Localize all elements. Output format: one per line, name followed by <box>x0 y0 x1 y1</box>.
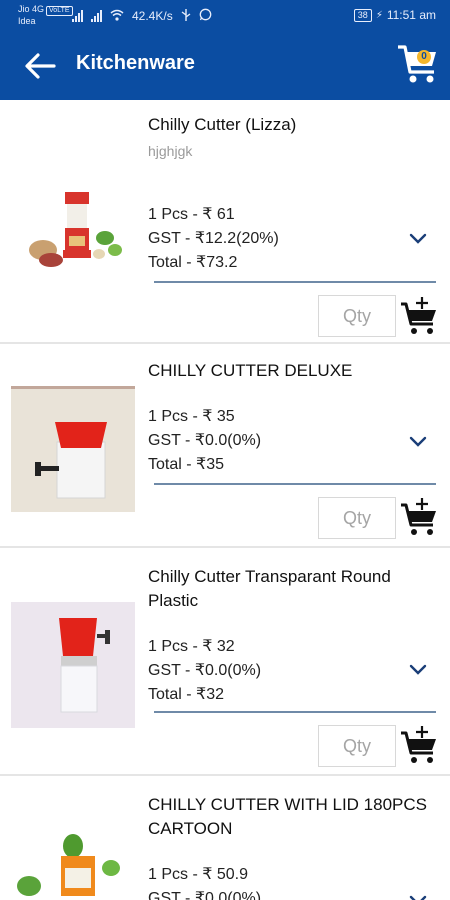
product-name[interactable]: Chilly Cutter Transparant Round Plastic <box>148 565 438 613</box>
signal-icon <box>72 10 83 22</box>
product-name[interactable]: CHILLY CUTTER WITH LID 180PCS CARTOON <box>148 793 438 841</box>
product-description: hjghjgk <box>148 143 193 159</box>
add-to-cart-icon[interactable] <box>400 497 438 537</box>
price-per-unit: 1 Pcs - ₹ 61 <box>148 206 235 223</box>
whatsapp-icon <box>199 8 212 24</box>
divider <box>154 483 436 485</box>
status-right: 38 ⚡ 11:51 am <box>353 8 436 22</box>
chevron-down-icon[interactable] <box>408 435 428 449</box>
total-amount: Total - ₹32 <box>148 686 224 703</box>
back-button[interactable] <box>22 50 58 82</box>
divider <box>154 281 436 283</box>
chevron-down-icon[interactable] <box>408 894 428 900</box>
page-title: Kitchenware <box>76 52 195 74</box>
total-amount: Total - ₹73.2 <box>148 254 238 271</box>
product-image <box>11 828 135 900</box>
product-image <box>11 386 135 512</box>
gst-amount: GST - ₹12.2(20%) <box>148 230 279 247</box>
cart-count-badge: 0 <box>417 50 431 64</box>
product-name[interactable]: Chilly Cutter (Lizza) <box>148 113 438 137</box>
chevron-down-icon[interactable] <box>408 663 428 677</box>
product-card: Chilly Cutter (Lizza) hjghjgk 1 Pcs - ₹ … <box>0 100 450 344</box>
add-to-cart-icon[interactable] <box>400 296 438 336</box>
network-speed: 42.4K/s <box>132 9 173 23</box>
product-card: CHILLY CUTTER DELUXE 1 Pcs - ₹ 35 GST - … <box>0 344 450 548</box>
divider <box>154 711 436 713</box>
product-name[interactable]: CHILLY CUTTER DELUXE <box>148 359 438 383</box>
product-list: Chilly Cutter (Lizza) hjghjgk 1 Pcs - ₹ … <box>0 100 450 900</box>
add-to-cart-icon[interactable] <box>400 725 438 765</box>
price-per-unit: 1 Pcs - ₹ 50.9 <box>148 866 248 883</box>
product-card: Chilly Cutter Transparant Round Plastic … <box>0 548 450 776</box>
price-per-unit: 1 Pcs - ₹ 32 <box>148 638 235 655</box>
carrier-name: Jio 4G <box>18 4 45 14</box>
cart-button[interactable]: 0 <box>396 42 440 86</box>
status-bar: Jio 4G VoLTE Idea 42.4K/s 38 ⚡ 11:51 am <box>0 0 450 34</box>
charging-icon: ⚡ <box>375 9 383 21</box>
quantity-input[interactable]: Qty <box>318 725 396 767</box>
quantity-input[interactable]: Qty <box>318 497 396 539</box>
gst-amount: GST - ₹0.0(0%) <box>148 432 262 449</box>
wifi-icon <box>110 9 124 24</box>
app-bar: Jio 4GVoLTE Idea 42.4K/s 38 ⚡ 11:51 am <box>0 0 450 100</box>
gst-amount: GST - ₹0.0(0%) <box>148 890 262 900</box>
shopping-cart-icon <box>398 45 436 83</box>
quantity-input[interactable]: Qty <box>318 295 396 337</box>
carrier-name-2: Idea <box>18 16 36 26</box>
chevron-down-icon[interactable] <box>408 232 428 246</box>
signal-icon-2 <box>91 10 102 22</box>
battery-icon: 38 <box>353 8 372 22</box>
status-icons: 42.4K/s <box>72 8 212 24</box>
gst-amount: GST - ₹0.0(0%) <box>148 662 262 679</box>
total-amount: Total - ₹35 <box>148 456 224 473</box>
usb-icon <box>181 8 191 24</box>
product-card: CHILLY CUTTER WITH LID 180PCS CARTOON 1 … <box>0 776 450 900</box>
clock: 11:51 am <box>386 8 436 22</box>
product-image <box>11 602 135 728</box>
volte-badge: VoLTE <box>46 6 73 16</box>
product-image <box>11 178 135 282</box>
arrow-left-icon <box>25 53 56 79</box>
carrier-info: Jio 4G VoLTE Idea <box>18 4 73 27</box>
price-per-unit: 1 Pcs - ₹ 35 <box>148 408 235 425</box>
